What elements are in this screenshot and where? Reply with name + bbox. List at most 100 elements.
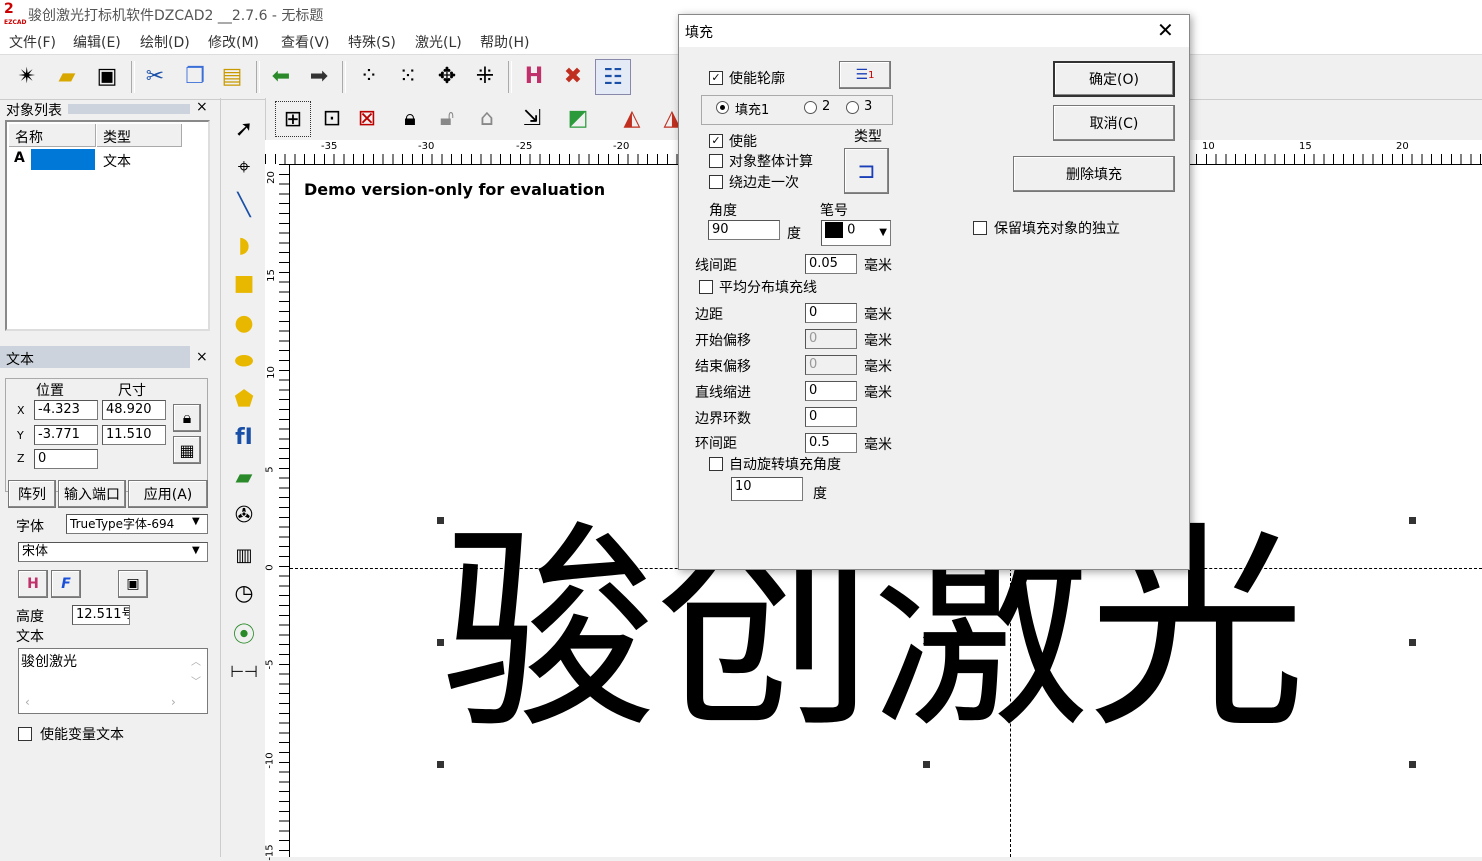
- scroll-up-icon[interactable]: ︿: [191, 653, 201, 668]
- group-icon[interactable]: ⊞: [275, 101, 311, 137]
- array-button[interactable]: 阵列: [8, 480, 56, 508]
- open-file-icon[interactable]: ▰: [50, 59, 84, 93]
- cancel-button[interactable]: 取消(C): [1053, 105, 1175, 141]
- ungroup-icon[interactable]: ⊡: [315, 101, 349, 135]
- position-grid-icon[interactable]: ▦: [173, 436, 201, 464]
- end-offset-input[interactable]: 0: [805, 355, 857, 375]
- object-list[interactable]: 名称 类型 A 文本: [5, 120, 210, 331]
- auto-rotate-checkbox[interactable]: [709, 457, 723, 471]
- lock-ratio-icon[interactable]: 🔒︎: [173, 404, 201, 432]
- mirror-horizontal-icon[interactable]: ◭: [615, 101, 649, 135]
- node-edit-icon[interactable]: ⌖: [227, 150, 261, 184]
- unlock-icon[interactable]: 🔓︎: [430, 101, 464, 135]
- menu-laser[interactable]: 激光(L): [415, 32, 462, 52]
- io-signal-icon[interactable]: ⦿: [227, 616, 261, 650]
- delete-fill-button[interactable]: 删除填充: [1013, 156, 1175, 192]
- menu-view[interactable]: 查看(V): [281, 32, 330, 52]
- ellipse-icon[interactable]: ⬬: [227, 344, 261, 378]
- scroll-right-icon[interactable]: ›: [171, 695, 176, 709]
- new-file-icon[interactable]: ✴: [10, 59, 44, 93]
- selection-handle[interactable]: [923, 761, 930, 768]
- layer-order-icon[interactable]: ◩: [561, 101, 595, 135]
- rectangle-icon[interactable]: ■: [227, 266, 261, 300]
- fill-type-icon[interactable]: ⊐: [844, 148, 889, 194]
- outline-pen-icon[interactable]: ☰ 1: [839, 61, 891, 89]
- line-shrink-input[interactable]: 0: [805, 381, 857, 401]
- whole-calc-checkbox[interactable]: [709, 154, 723, 168]
- hatch-icon[interactable]: H: [517, 59, 551, 93]
- node-select-icon[interactable]: ⁘: [352, 59, 386, 93]
- node-break-icon[interactable]: ⁜: [468, 59, 502, 93]
- y-position-input[interactable]: -3.771: [34, 425, 98, 445]
- selection-handle[interactable]: [437, 639, 444, 646]
- selection-handle[interactable]: [1409, 639, 1416, 646]
- close-icon[interactable]: ×: [196, 349, 208, 365]
- unlock-all-icon[interactable]: ⌂: [470, 101, 504, 135]
- align-icon[interactable]: ⇲: [515, 101, 549, 135]
- chevron-down-icon[interactable]: ▼: [192, 545, 200, 556]
- scroll-left-icon[interactable]: ‹: [25, 695, 30, 709]
- apply-button[interactable]: 应用(A): [128, 480, 208, 508]
- column-header-name[interactable]: 名称: [15, 127, 43, 147]
- menu-special[interactable]: 特殊(S): [348, 32, 396, 52]
- select-region-icon[interactable]: ⊠: [350, 101, 384, 135]
- font-icon[interactable]: F: [51, 570, 81, 598]
- save-font-icon[interactable]: ▣: [118, 570, 148, 598]
- save-icon[interactable]: ▣: [90, 59, 124, 93]
- delay-icon[interactable]: ⊢⊣: [227, 654, 261, 688]
- variable-text-checkbox[interactable]: [18, 727, 32, 741]
- rotate-angle-input[interactable]: 10: [731, 477, 803, 501]
- circle-icon[interactable]: ●: [227, 306, 261, 340]
- text-content-area[interactable]: 骏创激光 ︿ ﹀ ‹ ›: [18, 648, 208, 714]
- selection-handle[interactable]: [1409, 517, 1416, 524]
- pen-select[interactable]: 0 ▼: [821, 220, 891, 246]
- menu-file[interactable]: 文件(F): [9, 32, 56, 52]
- avg-dist-checkbox[interactable]: [699, 280, 713, 294]
- font-name-select[interactable]: 宋体: [18, 542, 208, 562]
- margin-input[interactable]: 0: [805, 303, 857, 323]
- lock-icon[interactable]: 🔒︎: [393, 101, 427, 135]
- menu-draw[interactable]: 绘制(D): [140, 32, 190, 52]
- polygon-icon[interactable]: ⬟: [227, 382, 261, 416]
- paste-icon[interactable]: ▤: [215, 59, 249, 93]
- fill3-radio[interactable]: [846, 101, 859, 114]
- copy-icon[interactable]: ❐: [178, 59, 212, 93]
- tools-icon[interactable]: ✖: [556, 59, 590, 93]
- column-header-type[interactable]: 类型: [103, 127, 131, 147]
- enable-outline-checkbox[interactable]: ✓: [709, 71, 723, 85]
- keep-independent-checkbox[interactable]: [973, 221, 987, 235]
- selection-handle[interactable]: [1409, 761, 1416, 768]
- menu-help[interactable]: 帮助(H): [480, 32, 529, 52]
- input-port-button[interactable]: 输入端口: [58, 480, 126, 508]
- scroll-down-icon[interactable]: ﹀: [191, 673, 201, 688]
- selection-handle[interactable]: [437, 761, 444, 768]
- line-icon[interactable]: ╲: [227, 188, 261, 222]
- start-offset-input[interactable]: 0: [805, 329, 857, 349]
- font-type-select[interactable]: TrueType字体-694: [66, 514, 208, 534]
- bitmap-icon[interactable]: ▰: [227, 460, 261, 494]
- z-position-input[interactable]: 0: [34, 449, 98, 469]
- text-tool-icon[interactable]: fI: [227, 420, 261, 454]
- vector-file-icon[interactable]: ✇: [227, 498, 261, 532]
- node-add-icon[interactable]: ⁙: [391, 59, 425, 93]
- clock-icon[interactable]: ◷: [227, 576, 261, 610]
- menu-edit[interactable]: 编辑(E): [73, 32, 121, 52]
- forward-arrow-icon[interactable]: ➡: [302, 59, 336, 93]
- select-arrow-icon[interactable]: ➚: [227, 112, 261, 146]
- node-delete-icon[interactable]: ✥: [430, 59, 464, 93]
- fill2-radio[interactable]: [804, 101, 817, 114]
- height-input[interactable]: 11.510: [102, 425, 166, 445]
- menu-modify[interactable]: 修改(M): [208, 32, 259, 52]
- cut-icon[interactable]: ✂: [138, 59, 172, 93]
- back-arrow-icon[interactable]: ⬅: [264, 59, 298, 93]
- x-position-input[interactable]: -4.323: [34, 400, 98, 420]
- edge-once-checkbox[interactable]: [709, 175, 723, 189]
- loop-spacing-input[interactable]: 0.5: [805, 433, 857, 453]
- ok-button[interactable]: 确定(O): [1053, 61, 1175, 97]
- enable-fill-checkbox[interactable]: ✓: [709, 134, 723, 148]
- close-icon[interactable]: ×: [196, 99, 208, 115]
- curve-icon[interactable]: ◗: [227, 228, 261, 262]
- close-icon[interactable]: ✕: [1157, 18, 1174, 42]
- fill1-radio[interactable]: [716, 101, 729, 114]
- properties-icon[interactable]: ☷: [595, 59, 631, 95]
